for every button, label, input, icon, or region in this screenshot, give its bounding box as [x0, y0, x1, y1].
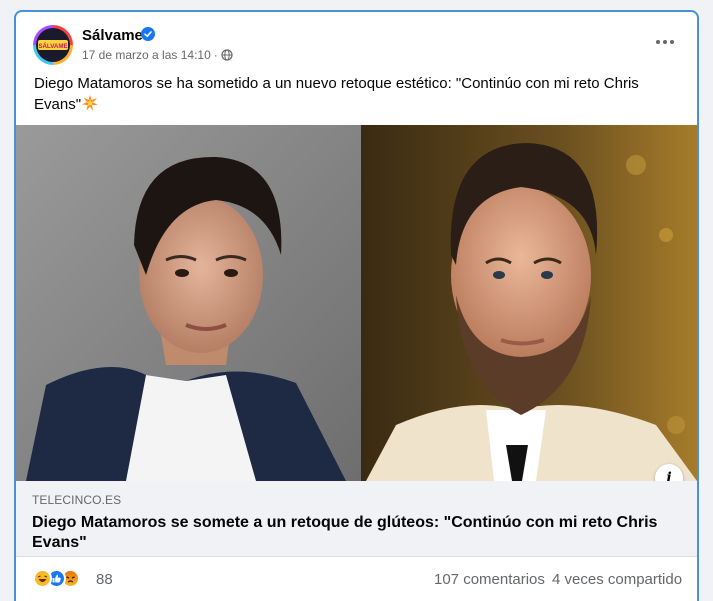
page-name-link[interactable]: Sálvame: [82, 27, 143, 44]
avatar-logo: SÁLVAME: [38, 40, 68, 50]
link-title[interactable]: Diego Matamoros se somete a un retoque d…: [32, 513, 682, 553]
meta-separator: ·: [213, 48, 218, 62]
avatar-text: SÁLVAME: [38, 43, 67, 50]
post-meta: 17 de marzo a las 14:10 ·: [82, 48, 233, 64]
more-options-icon[interactable]: [647, 32, 683, 52]
collision-emoji-icon: [82, 95, 99, 117]
post-text: Diego Matamoros se ha sometido a un nuev…: [34, 73, 674, 117]
globe-icon[interactable]: [221, 49, 233, 64]
post-header: SÁLVAME Sálvame 17 de marzo a las 14:10 ·: [16, 12, 697, 72]
post-image[interactable]: i: [16, 125, 697, 481]
page-avatar[interactable]: SÁLVAME: [33, 25, 73, 65]
post-timestamp[interactable]: 17 de marzo a las 14:10: [82, 48, 211, 62]
haha-reaction-icon: [33, 569, 52, 588]
shares-count-link[interactable]: 4 veces compartido: [552, 571, 682, 588]
verified-badge-icon: [141, 27, 155, 41]
post-photo: [16, 125, 697, 481]
link-preview[interactable]: TELECINCO.ES Diego Matamoros se somete a…: [16, 481, 697, 557]
reaction-count[interactable]: 88: [96, 571, 113, 588]
post-body: Diego Matamoros se ha sometido a un nuev…: [34, 75, 639, 113]
post-card: SÁLVAME Sálvame 17 de marzo a las 14:10 ·…: [14, 10, 699, 601]
post-footer: 88 107 comentarios 4 veces compartido: [16, 557, 697, 597]
comments-count-link[interactable]: 107 comentarios: [434, 571, 545, 588]
link-domain: TELECINCO.ES: [32, 493, 122, 507]
